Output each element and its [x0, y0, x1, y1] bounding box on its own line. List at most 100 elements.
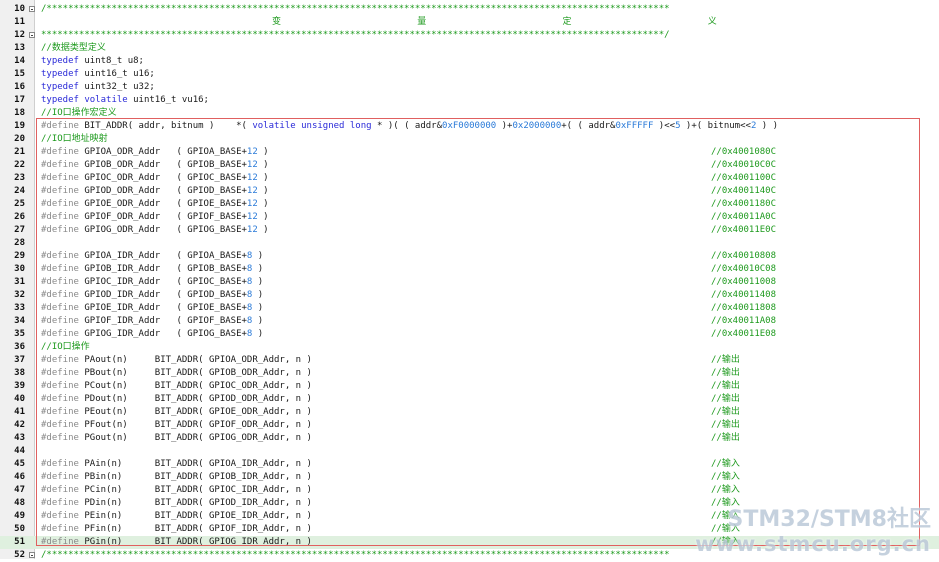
- code-line[interactable]: 14 typedef uint8_t u8;: [0, 55, 939, 68]
- code-line[interactable]: 28: [0, 237, 939, 250]
- code-text: #define GPIOC_ODR_Addr ( GPIOC_BASE+12 ): [41, 172, 269, 185]
- code-token: )+: [496, 121, 513, 131]
- code-line[interactable]: 10 /*************************************…: [0, 3, 939, 16]
- code-line[interactable]: 32 #define GPIOD_IDR_Addr ( GPIOD_BASE+8 …: [0, 289, 939, 302]
- code-text: typedef uint16_t u16;: [41, 68, 155, 81]
- code-line[interactable]: 24 #define GPIOD_ODR_Addr ( GPIOD_BASE+12…: [0, 185, 939, 198]
- line-number: 22: [14, 160, 25, 170]
- preprocessor-directive: #define: [41, 407, 79, 417]
- code-line[interactable]: 25 #define GPIOE_ODR_Addr ( GPIOE_BASE+12…: [0, 198, 939, 211]
- preprocessor-directive: #define: [41, 433, 79, 443]
- code-token: ): [257, 173, 269, 183]
- code-line[interactable]: 27 #define GPIOG_ODR_Addr ( GPIOG_BASE+12…: [0, 224, 939, 237]
- comment-text: //IO口操作: [41, 342, 90, 352]
- code-token: PBin(n) BIT_ADDR( GPIOB_IDR_Addr, n ): [78, 472, 312, 482]
- code-line[interactable]: 31 #define GPIOC_IDR_Addr ( GPIOC_BASE+8 …: [0, 276, 939, 289]
- code-line[interactable]: 12 **************************************…: [0, 29, 939, 42]
- line-number: 21: [14, 147, 25, 157]
- line-number: 38: [14, 368, 25, 378]
- code-line[interactable]: 45 #define PAin(n) BIT_ADDR( GPIOA_IDR_Ad…: [0, 458, 939, 471]
- preprocessor-directive: #define: [41, 394, 79, 404]
- preprocessor-directive: #define: [41, 303, 79, 313]
- preprocessor-directive: #define: [41, 537, 79, 547]
- line-number: 33: [14, 303, 25, 313]
- code-body: GPIOG_IDR_Addr ( GPIOG_BASE+8 ): [79, 329, 263, 339]
- code-line[interactable]: 43 #define PGout(n) BIT_ADDR( GPIOG_ODR_A…: [0, 432, 939, 445]
- code-text: #define PBout(n) BIT_ADDR( GPIOB_ODR_Add…: [41, 367, 312, 380]
- code-text: #define GPIOB_ODR_Addr ( GPIOB_BASE+12 ): [41, 159, 269, 172]
- code-line[interactable]: 39 #define PCout(n) BIT_ADDR( GPIOC_ODR_A…: [0, 380, 939, 393]
- line-number: 37: [14, 355, 25, 365]
- line-number: 51: [14, 537, 25, 547]
- code-text: //数据类型定义: [41, 42, 106, 55]
- code-body: GPIOA_ODR_Addr ( GPIOA_BASE+12 ): [79, 147, 268, 157]
- code-line[interactable]: 42 #define PFout(n) BIT_ADDR( GPIOF_ODR_A…: [0, 419, 939, 432]
- code-token: GPIOG_ODR_Addr ( GPIOG_BASE+: [78, 225, 247, 235]
- code-token: ): [257, 160, 269, 170]
- code-line[interactable]: 21 #define GPIOA_ODR_Addr ( GPIOA_BASE+12…: [0, 146, 939, 159]
- code-line[interactable]: 18 //IO口操作宏定义: [0, 107, 939, 120]
- code-line[interactable]: 15 typedef uint16_t u16;: [0, 68, 939, 81]
- line-number: 39: [14, 381, 25, 391]
- comment-text: //IO口操作宏定义: [41, 108, 117, 118]
- trailing-comment: //0x40010808: [711, 251, 777, 261]
- code-token: PGin(n) BIT_ADDR( GPIOG_IDR_Addr, n ): [78, 537, 312, 547]
- code-text: #define PDin(n) BIT_ADDR( GPIOD_IDR_Addr…: [41, 497, 312, 510]
- code-token: ): [252, 303, 264, 313]
- code-token: ): [252, 251, 264, 261]
- trailing-comment: //输出: [711, 433, 740, 443]
- number-literal: 12: [246, 173, 258, 183]
- preprocessor-directive: #define: [41, 290, 79, 300]
- code-text: /***************************************…: [41, 3, 670, 16]
- line-number: 28: [14, 238, 25, 248]
- code-token: ): [252, 264, 264, 274]
- code-token: GPIOF_IDR_Addr ( GPIOF_BASE+: [78, 316, 247, 326]
- fold-toggle-icon[interactable]: [29, 32, 35, 38]
- code-body: BIT_ADDR( addr, bitnum ) *( volatile uns…: [79, 121, 778, 131]
- line-number: 27: [14, 225, 25, 235]
- code-line[interactable]: 20 //IO口地址映射: [0, 133, 939, 146]
- code-token: PCout(n) BIT_ADDR( GPIOC_ODR_Addr, n ): [78, 381, 312, 391]
- code-line[interactable]: 11 变 量 定 义: [0, 16, 939, 29]
- code-line[interactable]: 17 typedef volatile uint16_t vu16;: [0, 94, 939, 107]
- code-text: //IO口操作: [41, 341, 90, 354]
- code-line[interactable]: 33 #define GPIOE_IDR_Addr ( GPIOE_BASE+8 …: [0, 302, 939, 315]
- code-line[interactable]: 44: [0, 445, 939, 458]
- preprocessor-directive: #define: [41, 459, 79, 469]
- code-line[interactable]: 47 #define PCin(n) BIT_ADDR( GPIOC_IDR_Ad…: [0, 484, 939, 497]
- code-line[interactable]: 13 //数据类型定义: [0, 42, 939, 55]
- code-text: #define GPIOB_IDR_Addr ( GPIOB_BASE+8 ): [41, 263, 263, 276]
- trailing-comment: //0x40011408: [711, 290, 777, 300]
- code-line[interactable]: 29 #define GPIOA_IDR_Addr ( GPIOA_BASE+8 …: [0, 250, 939, 263]
- code-token: uint16_t vu16;: [127, 95, 209, 105]
- preprocessor-directive: #define: [41, 420, 79, 430]
- code-body: PCin(n) BIT_ADDR( GPIOC_IDR_Addr, n ): [79, 485, 312, 495]
- code-line[interactable]: 26 #define GPIOF_ODR_Addr ( GPIOF_BASE+12…: [0, 211, 939, 224]
- fold-toggle-icon[interactable]: [29, 6, 35, 12]
- fold-toggle-icon[interactable]: [29, 552, 35, 558]
- code-body: PAin(n) BIT_ADDR( GPIOA_IDR_Addr, n ): [79, 459, 312, 469]
- code-line[interactable]: 23 #define GPIOC_ODR_Addr ( GPIOC_BASE+12…: [0, 172, 939, 185]
- code-line[interactable]: 38 #define PBout(n) BIT_ADDR( GPIOB_ODR_A…: [0, 367, 939, 380]
- code-line[interactable]: 22 #define GPIOB_ODR_Addr ( GPIOB_BASE+12…: [0, 159, 939, 172]
- code-line[interactable]: 40 #define PDout(n) BIT_ADDR( GPIOD_ODR_A…: [0, 393, 939, 406]
- code-line[interactable]: 46 #define PBin(n) BIT_ADDR( GPIOB_IDR_Ad…: [0, 471, 939, 484]
- code-line[interactable]: 34 #define GPIOF_IDR_Addr ( GPIOF_BASE+8 …: [0, 315, 939, 328]
- code-line[interactable]: 35 #define GPIOG_IDR_Addr ( GPIOG_BASE+8 …: [0, 328, 939, 341]
- preprocessor-directive: #define: [41, 485, 79, 495]
- code-text: #define GPIOD_ODR_Addr ( GPIOD_BASE+12 ): [41, 185, 269, 198]
- code-line[interactable]: 16 typedef uint32_t u32;: [0, 81, 939, 94]
- code-body: GPIOG_ODR_Addr ( GPIOG_BASE+12 ): [78, 225, 268, 235]
- code-text: #define PAout(n) BIT_ADDR( GPIOA_ODR_Add…: [41, 354, 312, 367]
- code-line[interactable]: 19 #define BIT_ADDR( addr, bitnum ) *( vo…: [0, 120, 939, 133]
- code-line[interactable]: 30 #define GPIOB_IDR_Addr ( GPIOB_BASE+8 …: [0, 263, 939, 276]
- code-line[interactable]: 41 #define PEout(n) BIT_ADDR( GPIOE_ODR_A…: [0, 406, 939, 419]
- line-number: 46: [14, 472, 25, 482]
- code-editor[interactable]: 10 /*************************************…: [0, 0, 939, 560]
- code-line[interactable]: 37 #define PAout(n) BIT_ADDR( GPIOA_ODR_A…: [0, 354, 939, 367]
- preprocessor-directive: #define: [41, 498, 79, 508]
- code-line[interactable]: 36 //IO口操作: [0, 341, 939, 354]
- code-text: #define PCout(n) BIT_ADDR( GPIOC_ODR_Add…: [41, 380, 312, 393]
- preprocessor-directive: #define: [41, 277, 79, 287]
- line-number: 41: [14, 407, 25, 417]
